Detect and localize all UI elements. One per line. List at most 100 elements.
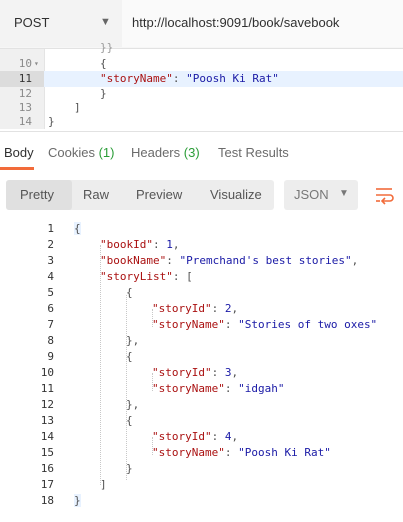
url-text: http://localhost:9091/book/savebook <box>132 15 340 30</box>
code-line: ] <box>100 478 107 491</box>
json-key: "storyId" <box>152 302 212 315</box>
json-punct: , <box>231 302 239 315</box>
code-line: { <box>126 286 133 299</box>
json-separator: : <box>152 238 167 251</box>
caret-down-icon: ▼ <box>339 188 349 199</box>
code-line: { <box>100 57 107 70</box>
code-line: "storyName": "Poosh Ki Rat" <box>100 72 279 85</box>
line-number: 3 <box>47 254 54 267</box>
json-number: 1 <box>166 238 173 251</box>
code-line: } <box>100 87 107 100</box>
code-line: ] <box>74 101 81 114</box>
code-line: } <box>74 494 81 507</box>
json-string: "Poosh Ki Rat" <box>238 446 331 459</box>
code-line: { <box>74 222 81 235</box>
json-key: "bookId" <box>100 238 153 251</box>
line-number: 8 <box>47 334 54 347</box>
code-line: }, <box>126 398 140 411</box>
line-number: 2 <box>47 238 54 251</box>
view-mode-pretty[interactable]: Pretty <box>20 187 54 202</box>
code-fragment: }} <box>100 41 114 54</box>
response-toolbar: Pretty Raw Preview Visualize JSON ▼ <box>0 170 403 220</box>
json-punct: , <box>172 238 180 251</box>
json-key: "storyId" <box>152 430 212 443</box>
caret-down-icon: ▼ <box>100 16 111 28</box>
wrap-lines-button[interactable] <box>369 180 399 210</box>
code-line: "storyName": "Stories of two oxes" <box>152 318 377 331</box>
line-number: 14 <box>18 115 32 128</box>
json-punct: , <box>231 366 239 379</box>
tab-test-results[interactable]: Test Results <box>218 145 289 160</box>
fold-arrow-icon[interactable]: ▾ <box>34 59 39 68</box>
view-mode-switch: Pretty Raw Preview Visualize <box>6 180 274 210</box>
code-line: "storyId": 3, <box>152 366 238 379</box>
line-number: 10 <box>18 57 32 70</box>
line-number: 16 <box>40 462 54 475</box>
json-key: "storyName" <box>152 318 225 331</box>
json-string: "idgah" <box>238 382 285 395</box>
line-number: 15 <box>40 446 54 459</box>
line-number: 12 <box>40 398 54 411</box>
json-separator: : <box>166 254 180 267</box>
json-separator: : <box>172 270 187 283</box>
json-string: "Premchand's best stories" <box>179 254 352 267</box>
code-line: "storyId": 4, <box>152 430 238 443</box>
line-number: 14 <box>40 430 54 443</box>
format-selector[interactable]: JSON ▼ <box>284 180 358 210</box>
line-number: 11 <box>18 72 32 85</box>
url-input[interactable]: http://localhost:9091/book/savebook <box>122 0 403 47</box>
tab-count: (1) <box>98 145 115 160</box>
tab-cookies[interactable]: Cookies (1) <box>48 145 114 160</box>
code-line: "storyName": "Poosh Ki Rat" <box>152 446 331 459</box>
tab-count: (3) <box>183 145 200 160</box>
line-number: 18 <box>40 494 54 507</box>
json-key: "storyId" <box>152 366 212 379</box>
json-punct: , <box>351 254 359 267</box>
code-line: "bookId": 1, <box>100 238 179 251</box>
json-separator: : <box>211 302 225 315</box>
json-key: "storyName" <box>152 446 225 459</box>
line-number: 7 <box>47 318 54 331</box>
line-number: 1 <box>47 222 54 235</box>
view-mode-preview[interactable]: Preview <box>136 187 182 202</box>
code-line: }, <box>126 334 140 347</box>
tab-headers[interactable]: Headers (3) <box>131 145 200 160</box>
request-body-editor[interactable]: }} 10 ▾ { 11 "storyName": "Poosh Ki Rat"… <box>0 41 403 129</box>
indent-guide <box>126 295 127 480</box>
line-number: 13 <box>18 101 32 114</box>
line-number: 4 <box>47 270 54 283</box>
json-separator: : <box>224 446 239 459</box>
line-number: 13 <box>40 414 54 427</box>
line-number: 12 <box>18 87 32 100</box>
response-body-viewer[interactable]: 1 { 2 "bookId": 1, 3 "bookName": "Premch… <box>0 220 403 522</box>
line-number: 5 <box>47 286 54 299</box>
json-key: "bookName" <box>100 254 167 267</box>
code-line: } <box>48 115 55 128</box>
line-number: 9 <box>47 350 54 363</box>
json-key: "storyList" <box>100 270 173 283</box>
json-separator: : <box>211 366 225 379</box>
json-key: "storyName" <box>100 72 173 85</box>
line-number: 10 <box>40 366 54 379</box>
json-key: "storyName" <box>152 382 225 395</box>
method-selector[interactable]: POST ▼ <box>0 0 123 47</box>
json-separator: : <box>211 430 225 443</box>
wrap-lines-icon <box>376 188 394 205</box>
code-line: "storyList": [ <box>100 270 193 283</box>
json-separator: : <box>172 72 187 85</box>
tab-label: Cookies <box>48 145 95 160</box>
view-mode-raw[interactable]: Raw <box>83 187 109 202</box>
json-string: "Poosh Ki Rat" <box>186 72 279 85</box>
json-separator: : <box>224 382 239 395</box>
json-punct: , <box>231 430 239 443</box>
tab-label: Headers <box>131 145 181 160</box>
json-punct: [ <box>186 270 193 283</box>
response-tabs: Body Cookies (1) Headers (3) Test Result… <box>0 131 403 171</box>
tab-label: Test Results <box>218 145 289 160</box>
code-line: { <box>126 350 133 363</box>
view-mode-visualize[interactable]: Visualize <box>210 187 262 202</box>
json-string: "Stories of two oxes" <box>238 318 378 331</box>
tab-body[interactable]: Body <box>4 145 34 160</box>
code-line: { <box>126 414 133 427</box>
request-bar: POST ▼ http://localhost:9091/book/savebo… <box>0 0 403 49</box>
